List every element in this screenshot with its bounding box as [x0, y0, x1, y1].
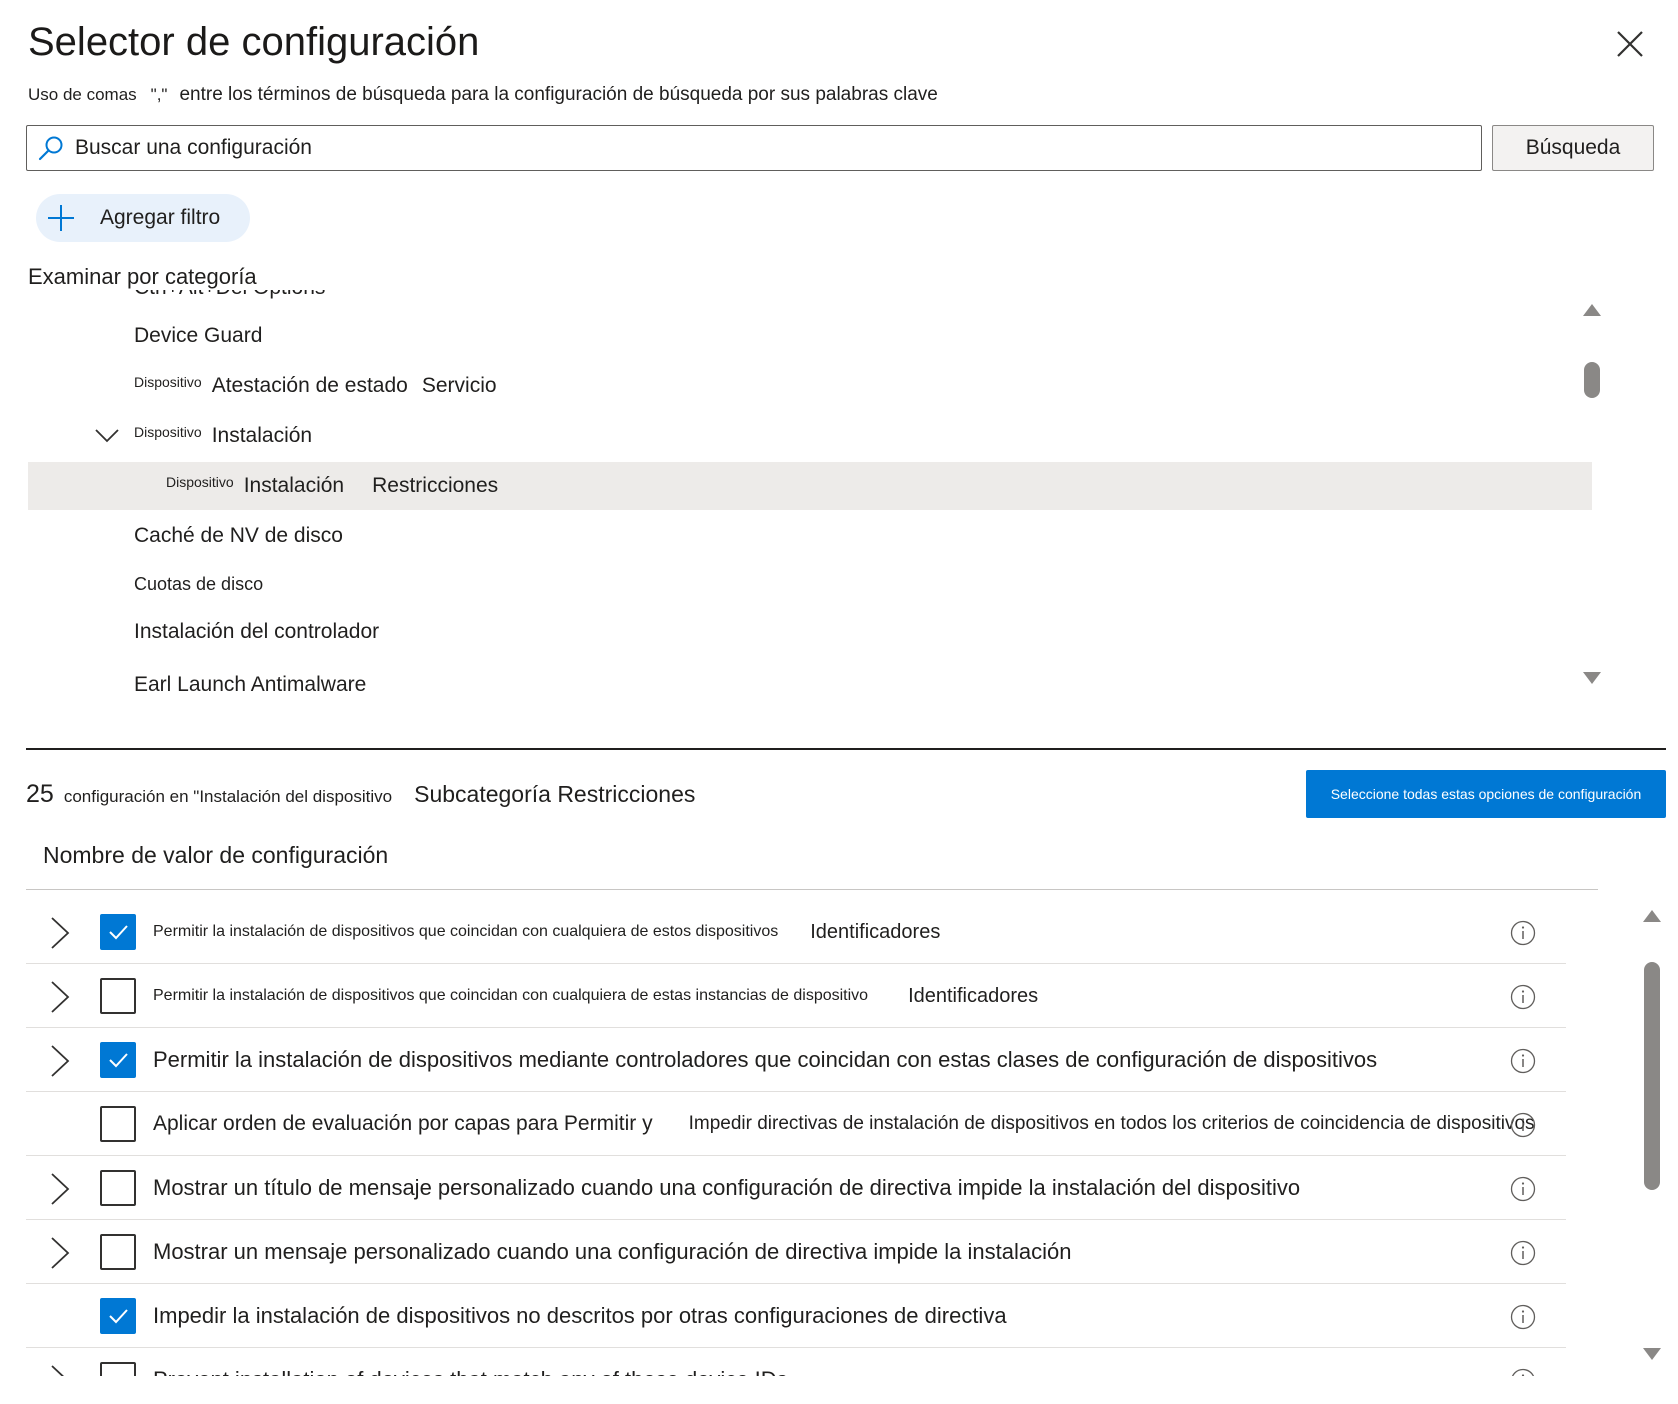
checkmark-icon — [109, 1053, 128, 1068]
setting-label: Mostrar un mensaje personalizado cuando … — [153, 1239, 1072, 1264]
tree-item-driver-installation[interactable]: Instalación del controlador — [28, 608, 1634, 656]
hint-text-before: Uso de comas — [28, 85, 137, 104]
setting-checkbox[interactable] — [100, 1106, 136, 1142]
setting-checkbox[interactable] — [100, 1234, 136, 1270]
browse-category-label: Examinar por categoría — [28, 264, 257, 289]
setting-label: Permitir la instalación de dispositivos … — [153, 984, 1039, 1007]
setting-row: Impedir la instalación de dispositivos n… — [26, 1284, 1566, 1348]
setting-row: Aplicar orden de evaluación por capas pa… — [26, 1092, 1566, 1156]
tree-item-disk-quotas[interactable]: Cuotas de disco — [28, 560, 1634, 608]
setting-label: Permitir la instalación de dispositivos … — [153, 920, 941, 943]
tree-item-disk-nv-cache[interactable]: Caché de NV de disco — [28, 512, 1634, 560]
setting-checkbox[interactable] — [100, 1298, 136, 1334]
info-icon[interactable] — [1510, 1112, 1536, 1138]
chevron-right-icon[interactable] — [44, 1236, 74, 1270]
tree-item-device-guard[interactable]: Device Guard — [28, 312, 1634, 360]
chevron-right-icon[interactable] — [44, 1364, 74, 1376]
results-summary: 25 configuración en "Instalación del dis… — [26, 780, 695, 809]
setting-checkbox[interactable] — [100, 1170, 136, 1206]
chevron-right-icon[interactable] — [44, 1172, 74, 1206]
chevron-right-icon[interactable] — [44, 1044, 74, 1078]
tree-item-installation-restrictions[interactable]: Dispositivo Instalación Restricciones — [28, 462, 1592, 510]
plus-icon — [48, 205, 74, 231]
setting-label: Permitir la instalación de dispositivos … — [153, 1047, 1378, 1072]
setting-checkbox[interactable] — [100, 978, 136, 1014]
info-icon[interactable] — [1510, 1368, 1536, 1376]
info-icon[interactable] — [1510, 1048, 1536, 1074]
scroll-down-arrow-icon[interactable] — [1583, 672, 1601, 684]
tree-item-early-launch-antimalware[interactable]: Earl Launch Antimalware — [28, 661, 1634, 709]
category-scrollbar[interactable] — [1580, 300, 1604, 692]
tree-item-ctrl-alt-del[interactable]: Ctrl+Alt+Del Options — [28, 290, 1634, 312]
checkmark-icon — [109, 925, 128, 940]
close-icon[interactable] — [1612, 26, 1648, 62]
header-divider — [26, 889, 1598, 890]
setting-label: Mostrar un título de mensaje personaliza… — [153, 1175, 1301, 1200]
info-icon[interactable] — [1510, 1304, 1536, 1330]
search-box[interactable] — [26, 125, 1482, 171]
settings-list: Permitir la instalación de dispositivos … — [26, 900, 1666, 1376]
info-icon[interactable] — [1510, 920, 1536, 946]
info-icon[interactable] — [1510, 1176, 1536, 1202]
setting-row: Mostrar un mensaje personalizado cuando … — [26, 1220, 1566, 1284]
search-input[interactable] — [75, 136, 1481, 160]
add-filter-button[interactable]: Agregar filtro — [36, 194, 250, 242]
scroll-thumb[interactable] — [1644, 962, 1660, 1190]
setting-label: Prevent installation of devices that mat… — [153, 1348, 788, 1376]
setting-label: Impedir la instalación de dispositivos n… — [153, 1303, 1007, 1328]
setting-checkbox[interactable] — [100, 1362, 136, 1376]
search-hint: Uso de comas "," entre los términos de bús… — [28, 84, 938, 106]
setting-checkbox[interactable] — [100, 914, 136, 950]
chevron-right-icon[interactable] — [44, 980, 74, 1014]
setting-row: Permitir la instalación de dispositivos … — [26, 900, 1566, 964]
add-filter-label: Agregar filtro — [100, 206, 221, 229]
search-icon — [38, 136, 63, 161]
setting-checkbox[interactable] — [100, 1042, 136, 1078]
scroll-thumb[interactable] — [1584, 362, 1600, 398]
hint-text-after: entre los términos de búsqueda para la c… — [179, 84, 938, 105]
hint-comma: "," — [150, 85, 168, 104]
info-icon[interactable] — [1510, 1240, 1536, 1266]
tree-item-health-attestation[interactable]: Dispositivo Atestación de estado Servici… — [28, 362, 1634, 410]
column-header-setting-name: Nombre de valor de configuración — [43, 842, 389, 868]
results-summary-subcategory: Subcategoría Restricciones — [414, 781, 696, 807]
scroll-down-arrow-icon[interactable] — [1643, 1348, 1661, 1360]
results-count: 25 — [26, 780, 54, 808]
chevron-down-icon[interactable] — [94, 422, 120, 448]
setting-row: Mostrar un título de mensaje personaliza… — [26, 1156, 1566, 1220]
setting-row: Permitir la instalación de dispositivos … — [26, 964, 1566, 1028]
search-button[interactable]: Búsqueda — [1492, 125, 1654, 171]
settings-scrollbar[interactable] — [1640, 906, 1664, 1366]
section-divider — [26, 748, 1666, 750]
scroll-up-arrow-icon[interactable] — [1643, 910, 1661, 922]
chevron-right-icon[interactable] — [44, 916, 74, 950]
info-icon[interactable] — [1510, 984, 1536, 1010]
dialog-title: Selector de configuración — [28, 20, 480, 64]
select-all-button[interactable]: Seleccione todas estas opciones de confi… — [1306, 770, 1666, 818]
setting-row: Permitir la instalación de dispositivos … — [26, 1028, 1566, 1092]
checkmark-icon — [109, 1309, 128, 1324]
setting-row: Prevent installation of devices that mat… — [26, 1348, 1566, 1376]
tree-item-device-installation[interactable]: Dispositivo Instalación — [28, 412, 1634, 460]
scroll-up-arrow-icon[interactable] — [1583, 304, 1601, 316]
results-summary-small: configuración en "Instalación del dispos… — [63, 787, 393, 806]
category-tree: Ctrl+Alt+Del Options Device Guard Dispos… — [28, 290, 1634, 715]
setting-label: Aplicar orden de evaluación por capas pa… — [153, 1112, 1535, 1135]
